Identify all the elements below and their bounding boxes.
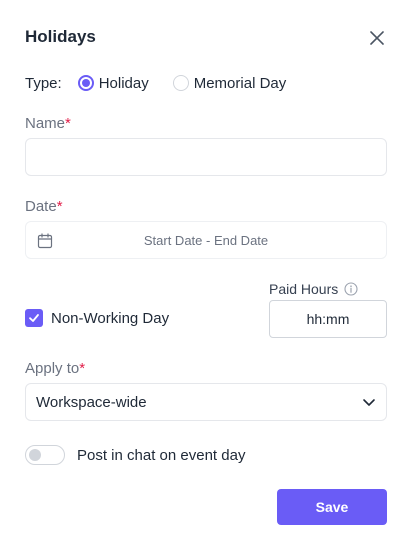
paid-hours-input[interactable] bbox=[269, 300, 387, 338]
calendar-icon bbox=[37, 233, 53, 249]
apply-to-required-mark: * bbox=[79, 360, 86, 377]
name-label-text: Name bbox=[25, 115, 66, 132]
date-required-mark: * bbox=[56, 198, 63, 215]
info-icon[interactable] bbox=[344, 282, 358, 296]
date-label-text: Date bbox=[25, 198, 57, 215]
close-icon bbox=[370, 31, 384, 45]
type-option-holiday-label: Holiday bbox=[98, 74, 149, 92]
check-icon bbox=[29, 314, 39, 322]
type-option-memorial-day-label: Memorial Day bbox=[193, 74, 287, 92]
name-label: Name* bbox=[25, 115, 71, 132]
non-working-day-label: Non-Working Day bbox=[51, 309, 170, 327]
date-range-picker[interactable]: Start Date - End Date bbox=[25, 221, 387, 259]
type-label: Type: bbox=[25, 74, 62, 92]
apply-to-selected-value: Workspace-wide bbox=[36, 393, 147, 411]
name-required-mark: * bbox=[65, 115, 71, 132]
non-working-day-option[interactable]: Non-Working Day bbox=[25, 308, 169, 328]
save-button[interactable]: Save bbox=[277, 489, 387, 525]
chevron-down-icon bbox=[363, 399, 375, 406]
date-label: Date* bbox=[25, 198, 63, 215]
apply-to-label: Apply to* bbox=[25, 360, 85, 377]
type-row: Type: Holiday Memorial Day bbox=[25, 72, 310, 94]
non-working-day-checkbox[interactable] bbox=[25, 309, 43, 327]
paid-hours-label: Paid Hours bbox=[269, 281, 358, 297]
type-option-memorial-day[interactable]: Memorial Day bbox=[172, 74, 287, 92]
post-in-chat-label: Post in chat on event day bbox=[77, 446, 246, 464]
close-button[interactable] bbox=[366, 27, 388, 49]
apply-to-label-text: Apply to bbox=[25, 360, 80, 377]
radio-memorial-day[interactable] bbox=[172, 75, 189, 91]
apply-to-select[interactable]: Workspace-wide bbox=[25, 383, 387, 421]
toggle-knob bbox=[29, 449, 41, 461]
type-option-holiday[interactable]: Holiday bbox=[77, 74, 149, 92]
name-input[interactable] bbox=[25, 138, 387, 176]
radio-holiday[interactable] bbox=[77, 75, 94, 91]
paid-hours-label-text: Paid Hours bbox=[269, 281, 339, 297]
date-range-placeholder: Start Date - End Date bbox=[143, 232, 269, 248]
post-in-chat-row: Post in chat on event day bbox=[25, 445, 245, 465]
dialog-title: Holidays bbox=[25, 27, 96, 46]
holidays-dialog: Holidays Type: Holiday Memorial Day Name… bbox=[0, 0, 414, 555]
post-in-chat-toggle[interactable] bbox=[25, 445, 65, 465]
